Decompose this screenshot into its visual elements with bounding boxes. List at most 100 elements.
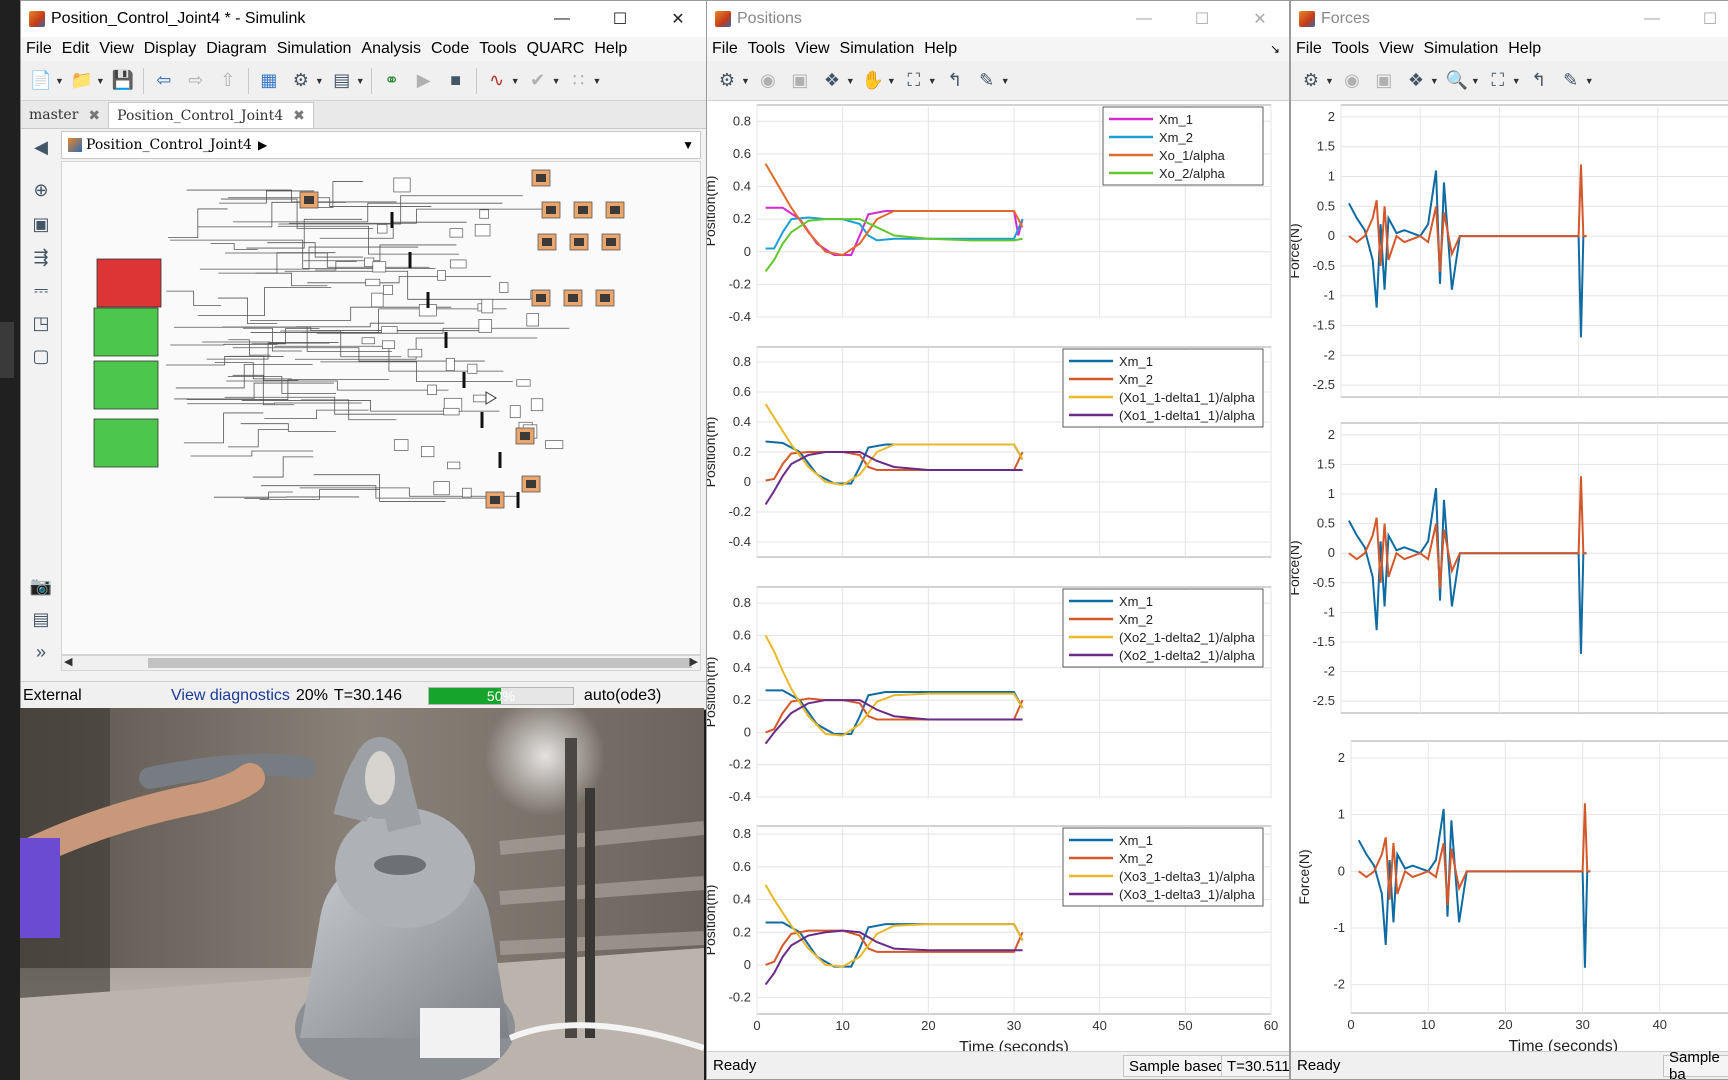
breadcrumb-dropdown-icon[interactable]: ▼ (682, 138, 694, 152)
highlight-caret-icon[interactable]: ▼ (846, 76, 855, 86)
settings-caret-icon[interactable]: ▼ (315, 76, 324, 86)
maximize-button[interactable]: ☐ (1681, 1, 1728, 37)
menu-analysis[interactable]: Analysis (356, 40, 426, 58)
positions-titlebar[interactable]: Positions — ☐ ✕ (707, 1, 1289, 37)
run-play-icon[interactable]: ▶ (410, 67, 438, 95)
menu-simulation[interactable]: Simulation (835, 40, 920, 58)
image-icon[interactable]: ◳ (27, 311, 55, 336)
positions-plot-area[interactable]: -0.4 -0.2 0 0.2 0.4 0.6 0.8 Position(m) Xm_1 Xm_2… (707, 101, 1289, 1053)
properties-icon[interactable]: ▤ (27, 607, 55, 632)
expand-chevron-icon[interactable]: » (27, 640, 55, 665)
close-button[interactable]: ✕ (649, 1, 707, 37)
autoscale-caret-icon[interactable]: ▼ (928, 76, 937, 86)
zoom-in-icon[interactable]: ⊕ (27, 178, 55, 203)
menu-edit[interactable]: Edit (57, 40, 95, 58)
up-icon[interactable]: ⇧ (214, 67, 242, 95)
model-canvas[interactable] (61, 161, 701, 655)
stop-icon[interactable]: ▣ (1370, 67, 1398, 95)
open-caret-icon[interactable]: ▼ (96, 76, 105, 86)
horizontal-scrollbar[interactable]: ◀ ▶ (61, 655, 701, 671)
autoscale-caret-icon[interactable]: ▼ (1512, 76, 1521, 86)
library-browser-icon[interactable]: ▦ (255, 67, 283, 95)
menu-simulation[interactable]: Simulation (272, 40, 357, 58)
pan-hand-icon[interactable]: ✋ (859, 67, 887, 95)
menu-view[interactable]: View (94, 40, 138, 58)
open-folder-icon[interactable]: 📁 (68, 67, 96, 95)
minimize-button[interactable]: — (1115, 1, 1173, 37)
forward-icon[interactable]: ⇨ (182, 67, 210, 95)
stop-icon[interactable]: ▣ (786, 67, 814, 95)
build-caret-icon[interactable]: ▼ (552, 76, 561, 86)
menu-help[interactable]: Help (589, 40, 632, 58)
highlight-block-icon[interactable]: ❖ (818, 67, 846, 95)
connect-icon[interactable]: ⚭ (378, 67, 406, 95)
triggers-icon[interactable]: ↰ (1525, 67, 1553, 95)
undock-arrow-icon[interactable]: ↘ (1265, 42, 1285, 56)
settings-caret-icon[interactable]: ▼ (1325, 76, 1334, 86)
menu-simulation[interactable]: Simulation (1419, 40, 1504, 58)
breadcrumb-arrow-icon[interactable]: ▶ (258, 138, 267, 152)
measure-caret-icon[interactable]: ▼ (1001, 76, 1010, 86)
solver-label[interactable]: auto(ode3) (584, 687, 661, 705)
back-icon[interactable]: ⇦ (150, 67, 178, 95)
grid-caret-icon[interactable]: ▼ (593, 76, 602, 86)
forces-plot-area[interactable]: -2.5 -2 -1.5 -1 -0.5 0 0.5 1 1.5 2 Force(N) -2.5 -2-… (1291, 101, 1728, 1053)
menu-tools[interactable]: Tools (474, 40, 521, 58)
maximize-button[interactable]: ☐ (1173, 1, 1231, 37)
explorer-caret-icon[interactable]: ▼ (356, 76, 365, 86)
new-model-icon[interactable]: 📄 (27, 67, 55, 95)
annotation-icon[interactable]: ⎓ (27, 278, 55, 303)
menu-tools[interactable]: Tools (743, 40, 790, 58)
build-check-icon[interactable]: ✔ (524, 67, 552, 95)
menu-help[interactable]: Help (1503, 40, 1546, 58)
fit-to-view-icon[interactable]: ▣ (27, 211, 55, 236)
stop-icon[interactable]: ■ (442, 67, 470, 95)
route-lines-icon[interactable]: ⇶ (27, 245, 55, 270)
menu-file[interactable]: File (1291, 40, 1327, 58)
run-icon[interactable]: ◉ (754, 67, 782, 95)
view-diagnostics-link[interactable]: View diagnostics (171, 687, 290, 705)
menu-diagram[interactable]: Diagram (201, 40, 271, 58)
zoom-caret-icon[interactable]: ▼ (1471, 76, 1480, 86)
cursor-measure-icon[interactable]: ✎ (973, 67, 1001, 95)
menu-view[interactable]: View (790, 40, 834, 58)
scope-icon[interactable]: ∿ (483, 67, 511, 95)
block-diagram[interactable] (62, 162, 701, 655)
settings-gear-icon[interactable]: ⚙ (1297, 67, 1325, 95)
settings-gear-icon[interactable]: ⚙ (287, 67, 315, 95)
scroll-left-icon[interactable]: ◀ (64, 655, 72, 668)
menu-file[interactable]: File (707, 40, 743, 58)
new-caret-icon[interactable]: ▼ (55, 76, 64, 86)
menu-code[interactable]: Code (426, 40, 474, 58)
model-explorer-icon[interactable]: ▤ (328, 67, 356, 95)
settings-caret-icon[interactable]: ▼ (741, 76, 750, 86)
menu-view[interactable]: View (1374, 40, 1418, 58)
close-button[interactable]: ✕ (1231, 1, 1289, 37)
menu-help[interactable]: Help (919, 40, 962, 58)
breadcrumb[interactable]: Position_Control_Joint4 (86, 137, 252, 153)
cursor-measure-icon[interactable]: ✎ (1557, 67, 1585, 95)
zoom-in-icon[interactable]: 🔍 (1443, 67, 1471, 95)
simulink-titlebar[interactable]: Position_Control_Joint4 * - Simulink — ☐… (21, 1, 707, 37)
area-icon[interactable]: ▢ (27, 344, 55, 369)
menu-display[interactable]: Display (139, 40, 201, 58)
forces-plots[interactable]: -2.5-2-1.5-1-0.500.511.52Force(N)-2.5-2-… (1291, 101, 1728, 1053)
triggers-icon[interactable]: ↰ (941, 67, 969, 95)
minimize-button[interactable]: — (1623, 1, 1681, 37)
tab-master[interactable]: master ✖ (21, 102, 108, 128)
measure-caret-icon[interactable]: ▼ (1585, 76, 1594, 86)
scope-caret-icon[interactable]: ▼ (511, 76, 520, 86)
hide-browser-icon[interactable]: ◀ (27, 135, 55, 160)
scroll-thumb[interactable] (148, 658, 692, 668)
grid-tool-icon[interactable]: ∷ (565, 67, 593, 95)
tab-position-control[interactable]: Position_Control_Joint4 ✖ (108, 102, 314, 128)
settings-gear-icon[interactable]: ⚙ (713, 67, 741, 95)
autoscale-icon[interactable]: ⛶ (900, 67, 928, 95)
menu-file[interactable]: File (21, 40, 57, 58)
positions-plots[interactable]: -0.4-0.200.20.40.60.8Position(m)Xm_1Xm_2… (707, 101, 1289, 1053)
menu-quarc[interactable]: QUARC (522, 40, 590, 58)
maximize-button[interactable]: ☐ (591, 1, 649, 37)
tab-close-icon[interactable]: ✖ (293, 107, 305, 124)
highlight-caret-icon[interactable]: ▼ (1430, 76, 1439, 86)
save-icon[interactable]: 💾 (109, 67, 137, 95)
